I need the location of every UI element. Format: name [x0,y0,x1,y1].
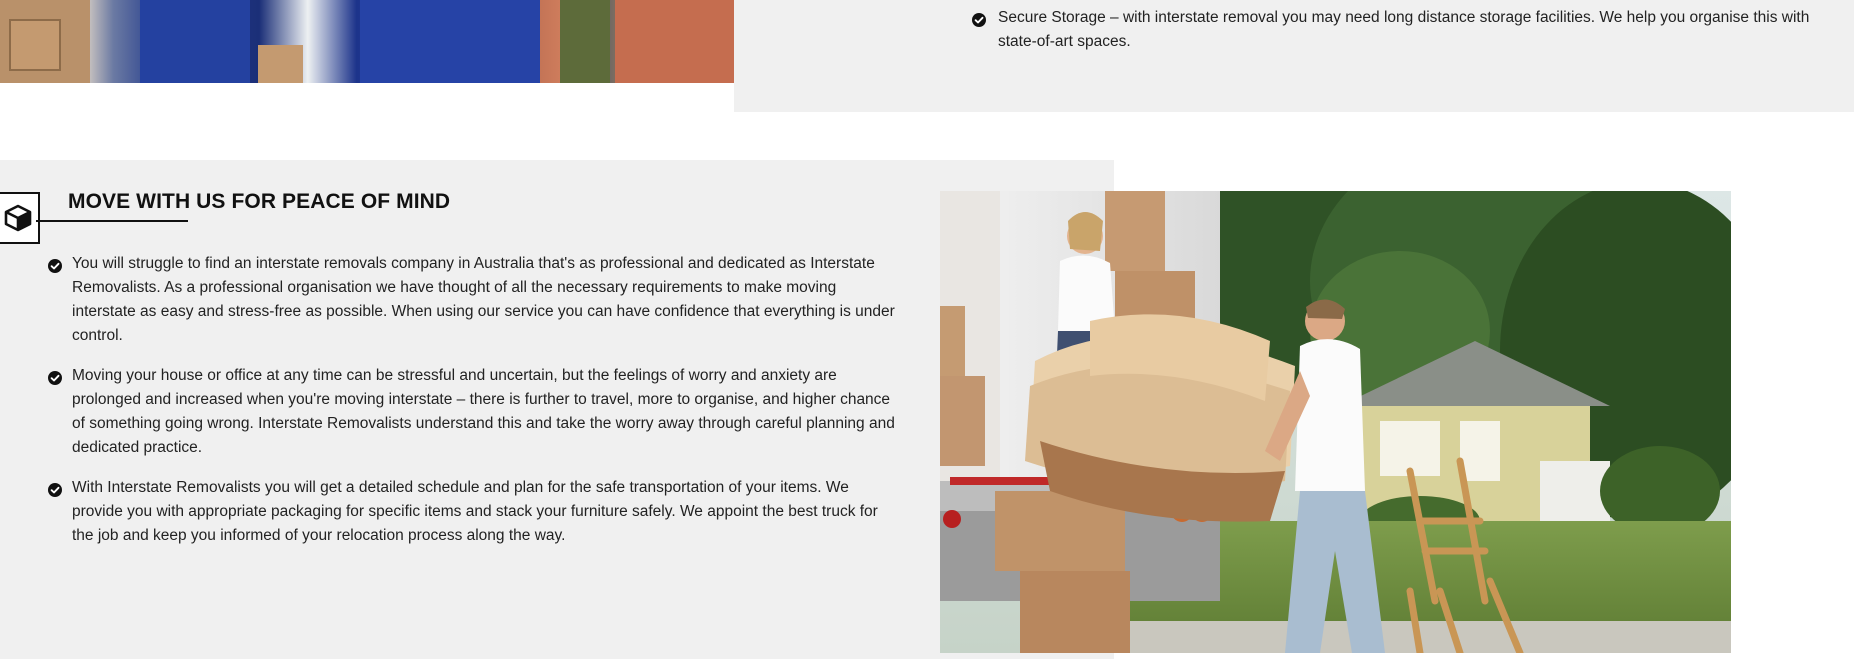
title-underline [36,220,188,222]
check-circle-icon [48,481,62,505]
check-circle-icon [48,369,62,393]
list-item-text: Moving your house or office at any time … [72,367,895,456]
benefits-list: You will struggle to find an interstate … [48,252,898,564]
movers-photo-top [0,0,810,83]
list-item: With Interstate Removalists you will get… [48,476,898,548]
box-icon [0,192,40,244]
check-circle-icon [972,11,986,35]
movers-sofa-photo [940,191,1731,653]
list-item: You will struggle to find an interstate … [48,252,898,348]
check-circle-icon [48,257,62,281]
list-item-text: With Interstate Removalists you will get… [72,479,878,544]
list-item-text: You will struggle to find an interstate … [72,255,895,344]
section-title: MOVE WITH US FOR PEACE OF MIND [68,190,451,213]
list-item-secure-storage: Secure Storage – with interstate removal… [972,6,1838,54]
list-item-text: Secure Storage – with interstate removal… [998,9,1810,50]
list-item: Moving your house or office at any time … [48,364,898,460]
